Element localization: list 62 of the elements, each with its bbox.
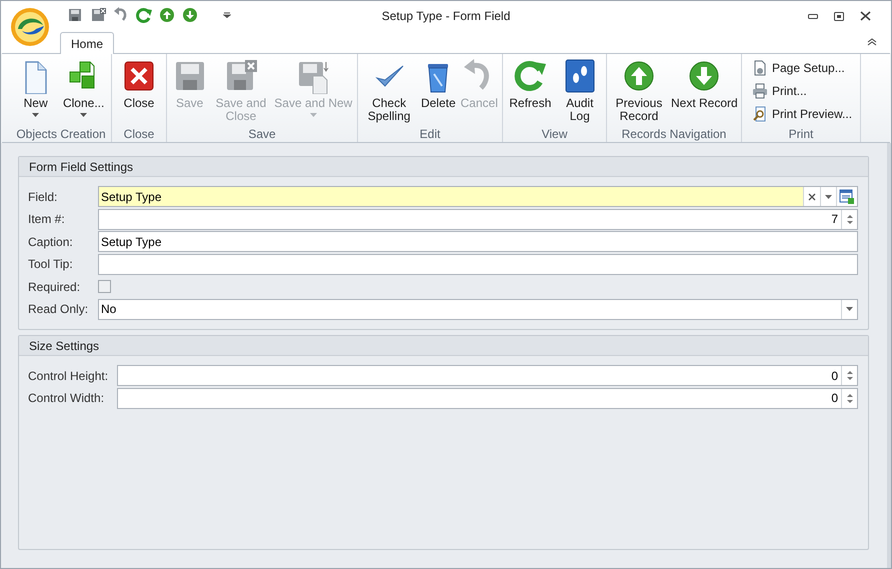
dropdown-caret-icon	[310, 113, 317, 117]
ribbon-button: Save and Close	[210, 58, 271, 123]
magnifier-page-icon	[752, 106, 768, 122]
group-label: Save	[247, 126, 277, 142]
ribbon-button[interactable]: Print Preview...	[752, 103, 852, 125]
dropdown-field[interactable]: No	[98, 298, 858, 320]
group-label: View	[540, 126, 568, 142]
field-label: Required:	[28, 278, 82, 296]
ribbon-button[interactable]: Delete	[418, 58, 458, 110]
number-field[interactable]: 7	[98, 208, 858, 230]
number-field[interactable]: 0	[117, 388, 858, 409]
refresh-icon[interactable]	[136, 7, 152, 23]
dropdown-caret-icon	[32, 113, 40, 117]
clear-icon[interactable]	[803, 187, 820, 206]
table-icon[interactable]	[836, 187, 857, 206]
field-label: Caption:	[28, 234, 74, 251]
ribbon-button[interactable]: Print...	[752, 80, 807, 102]
window-title: Setup Type - Form Field	[380, 8, 512, 25]
home-tab[interactable]: Home	[60, 32, 114, 54]
group-label: Close	[122, 126, 156, 142]
number-field[interactable]: 0	[117, 365, 858, 386]
group-label: Print	[788, 126, 814, 142]
printer-icon	[752, 83, 768, 99]
ribbon-button: Save and New	[272, 58, 354, 117]
minimize-icon[interactable]	[808, 14, 818, 18]
ribbon-button: Cancel	[458, 58, 500, 110]
undo-icon[interactable]	[113, 7, 129, 23]
field-label: Control Width:	[28, 390, 106, 408]
field-label: Tool Tip:	[28, 256, 74, 274]
close-icon[interactable]	[860, 11, 871, 21]
collapse-ribbon-icon[interactable]	[867, 38, 877, 46]
group-label: Edit	[418, 126, 442, 142]
ribbon-button[interactable]: Refresh	[507, 58, 554, 110]
ribbon-button[interactable]: Clone...	[60, 58, 106, 117]
group-label: Records Navigation	[620, 126, 728, 142]
ribbon-button[interactable]: Audit Log	[558, 58, 602, 123]
ribbon-button[interactable]: Close	[119, 58, 159, 110]
ribbon-button[interactable]: Previous Record	[609, 58, 669, 123]
field-label: Control Height:	[28, 368, 110, 385]
ribbon-button: Save	[170, 58, 210, 110]
text-field[interactable]: Setup Type	[98, 231, 858, 252]
maximize-icon[interactable]	[834, 12, 844, 20]
save-close-icon[interactable]	[90, 7, 106, 23]
customize-toolbar-icon[interactable]	[223, 12, 231, 18]
ribbon-button[interactable]: Check Spelling	[360, 58, 418, 123]
lookup-field[interactable]: Setup Type	[98, 186, 858, 208]
field-label: Item #:	[28, 211, 66, 228]
ribbon-button[interactable]: Page Setup...	[752, 57, 845, 79]
dropdown-caret-icon	[80, 113, 88, 117]
group-label: Objects Creation	[15, 126, 107, 142]
ribbon-button[interactable]: New	[16, 58, 56, 117]
field-label: Read Only:	[28, 301, 90, 318]
panel-title: Form Field Settings	[29, 158, 134, 176]
field-label: Field:	[28, 188, 58, 206]
ribbon-button[interactable]: Next Record	[669, 58, 740, 110]
save-icon[interactable]	[67, 7, 83, 23]
checkbox[interactable]	[98, 280, 111, 294]
panel-title: Size Settings	[29, 338, 100, 354]
dropdown-caret-icon[interactable]	[820, 187, 836, 206]
text-field[interactable]	[98, 254, 858, 275]
refresh-icon	[512, 58, 548, 94]
page-gear-icon	[752, 60, 768, 76]
